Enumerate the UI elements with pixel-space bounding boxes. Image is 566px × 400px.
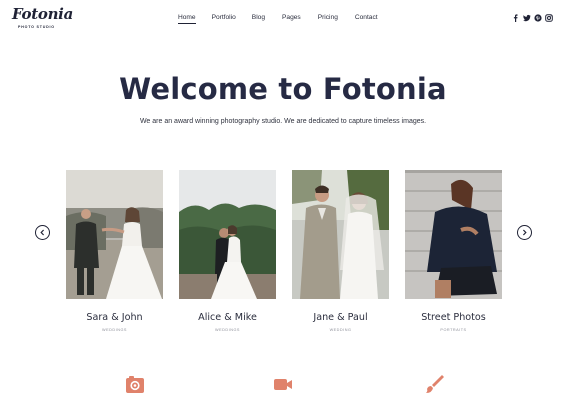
card-category: WEDDINGS: [102, 328, 127, 332]
logo-text: Fotonia: [12, 5, 73, 23]
twitter-icon[interactable]: [523, 14, 531, 22]
hero-subtitle: We are an award winning photography stud…: [139, 118, 427, 125]
brush-icon: [424, 374, 444, 394]
nav-item-pricing[interactable]: Pricing: [318, 14, 338, 24]
facebook-icon[interactable]: [512, 14, 519, 22]
nav-item-home[interactable]: Home: [178, 14, 196, 24]
site-header: Fotonia PHOTO STUDIO Home Portfolio Blog…: [0, 0, 566, 44]
logo-tagline: PHOTO STUDIO: [18, 25, 55, 29]
gallery-photo-alice-mike[interactable]: [179, 170, 276, 299]
features-strip: [0, 374, 566, 400]
card-title[interactable]: Sara & John: [66, 312, 163, 323]
instagram-icon[interactable]: [545, 14, 553, 22]
card-category: WEDDINGS: [215, 328, 240, 332]
carousel-prev-button[interactable]: [35, 225, 50, 240]
hero-title: Welcome to Fotonia: [119, 72, 447, 106]
gallery-card[interactable]: Jane & Paul WEDDING: [292, 170, 389, 332]
social-links: [512, 14, 553, 22]
nav-item-portfolio[interactable]: Portfolio: [212, 14, 236, 24]
card-category: WEDDING: [329, 328, 352, 332]
gallery-photo-sara-john[interactable]: [66, 170, 163, 299]
chevron-right-icon: [522, 229, 527, 236]
gallery-photo-jane-paul[interactable]: [292, 170, 389, 299]
main-nav: Home Portfolio Blog Pages Pricing Contac…: [178, 14, 378, 24]
card-title[interactable]: Alice & Mike: [179, 312, 276, 323]
gallery-card[interactable]: Alice & Mike WEDDINGS: [179, 170, 276, 332]
card-title[interactable]: Street Photos: [405, 312, 502, 323]
chevron-left-icon: [40, 229, 45, 236]
card-category: PORTRAITS: [440, 328, 467, 332]
gallery-card[interactable]: Street Photos PORTRAITS: [405, 170, 502, 332]
gallery-photo-street-photos[interactable]: [405, 170, 502, 299]
logo[interactable]: Fotonia PHOTO STUDIO: [12, 5, 73, 37]
nav-item-pages[interactable]: Pages: [282, 14, 301, 24]
portfolio-carousel: Sara & John WEDDINGS Alice & Mike WEDDIN…: [0, 168, 566, 338]
card-title[interactable]: Jane & Paul: [292, 312, 389, 323]
nav-item-contact[interactable]: Contact: [355, 14, 378, 24]
pinterest-icon[interactable]: [534, 14, 542, 22]
video-camera-icon: [273, 374, 293, 394]
carousel-next-button[interactable]: [517, 225, 532, 240]
camera-icon: [125, 374, 145, 394]
nav-item-blog[interactable]: Blog: [252, 14, 265, 24]
gallery-card[interactable]: Sara & John WEDDINGS: [66, 170, 163, 332]
